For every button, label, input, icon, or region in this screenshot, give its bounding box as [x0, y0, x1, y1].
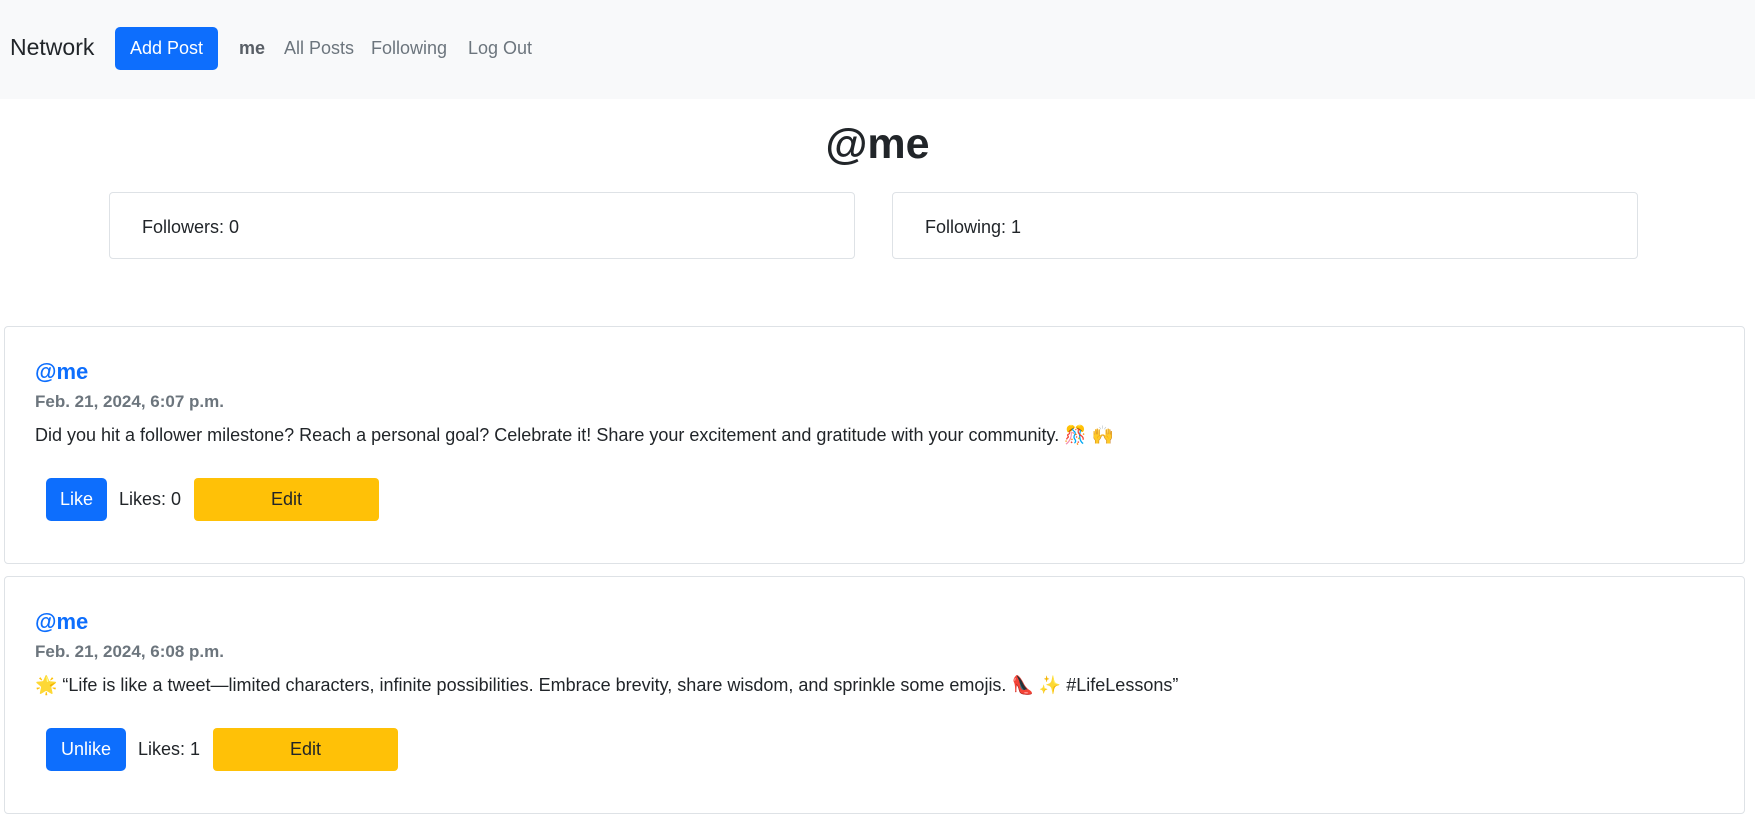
edit-button[interactable]: Edit [194, 478, 379, 521]
profile-title: @me [825, 120, 930, 168]
post-username-link[interactable]: @me [35, 359, 88, 385]
following-card: Following: 1 [892, 192, 1638, 259]
add-post-button[interactable]: Add Post [115, 27, 218, 70]
edit-button[interactable]: Edit [213, 728, 398, 771]
post-username-link[interactable]: @me [35, 609, 88, 635]
post-content: Did you hit a follower milestone? Reach … [35, 425, 1115, 445]
likes-count: Likes: 0 [119, 489, 182, 509]
unlike-button[interactable]: Unlike [46, 728, 126, 771]
post-content: 🌟 “Life is like a tweet—limited characte… [35, 675, 1179, 695]
likes-count: Likes: 1 [138, 739, 201, 759]
navbar: Network Add Post me All Posts Following … [0, 0, 1755, 99]
following-count: Following: 1 [925, 217, 1022, 237]
like-button[interactable]: Like [46, 478, 107, 521]
nav-link-log-out[interactable]: Log Out [468, 38, 532, 59]
post-card: @me Feb. 21, 2024, 6:07 p.m. Did you hit… [4, 326, 1745, 564]
post-timestamp: Feb. 21, 2024, 6:08 p.m. [35, 642, 224, 661]
followers-card: Followers: 0 [109, 192, 855, 259]
followers-count: Followers: 0 [142, 217, 240, 237]
post-card: @me Feb. 21, 2024, 6:08 p.m. 🌟 “Life is … [4, 576, 1745, 814]
nav-link-following[interactable]: Following [371, 38, 447, 59]
nav-link-all-posts[interactable]: All Posts [284, 38, 354, 59]
post-timestamp: Feb. 21, 2024, 6:07 p.m. [35, 392, 224, 411]
nav-link-me[interactable]: me [239, 38, 265, 59]
brand-link[interactable]: Network [10, 34, 94, 61]
